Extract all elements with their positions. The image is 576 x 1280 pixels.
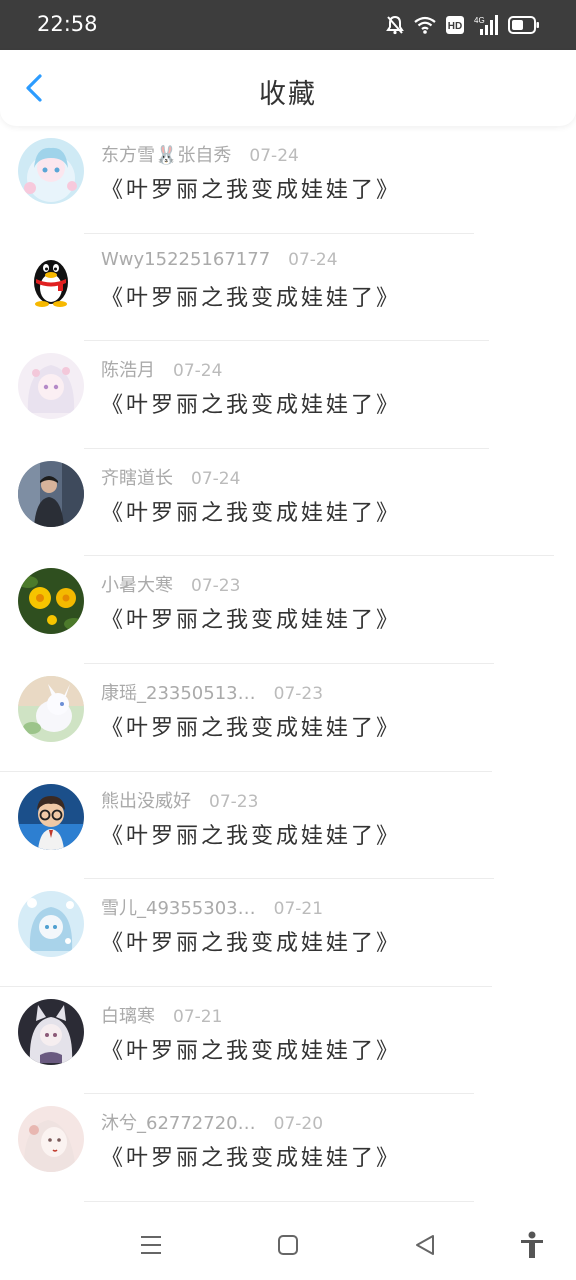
user-name: 康瑶_23350513… <box>101 682 256 704</box>
list-item[interactable]: 康瑶_23350513… 07-23 《叶罗丽之我变成娃娃了》 <box>0 664 576 772</box>
favorites-list: 东方雪🐰张自秀 07-24 《叶罗丽之我变成娃娃了》 Wwy15225167177… <box>0 126 576 1202</box>
item-date: 07-24 <box>173 361 223 382</box>
list-item[interactable]: 东方雪🐰张自秀 07-24 《叶罗丽之我变成娃娃了》 <box>0 126 576 234</box>
wifi-icon <box>414 16 436 34</box>
page-title: 收藏 <box>259 79 317 110</box>
item-date: 07-20 <box>273 1114 324 1135</box>
avatar[interactable] <box>18 1106 84 1173</box>
item-content: 《叶罗丽之我变成娃娃了》 <box>101 1146 402 1172</box>
list-item[interactable]: 熊出没威好 07-23 《叶罗丽之我变成娃娃了》 <box>0 772 576 880</box>
hd-icon: HD <box>446 16 464 34</box>
item-content: 《叶罗丽之我变成娃娃了》 <box>101 931 402 957</box>
svg-text:4G: 4G <box>474 16 485 25</box>
user-name: 沐兮_62772720… <box>101 1113 256 1135</box>
list-item[interactable]: 小暑大寒 07-23 《叶罗丽之我变成娃娃了》 <box>0 556 576 664</box>
user-name: 白璃寒 <box>101 1005 155 1027</box>
status-bar: 22:58 HD 4G <box>0 0 576 50</box>
item-date: 07-24 <box>288 249 338 270</box>
menu-icon[interactable] <box>136 1230 166 1260</box>
user-name: 东方雪🐰张自秀 <box>101 145 232 166</box>
item-date: 07-21 <box>173 1006 223 1027</box>
avatar[interactable] <box>18 138 84 204</box>
item-content: 《叶罗丽之我变成娃娃了》 <box>101 178 402 203</box>
item-content: 《叶罗丽之我变成娃娃了》 <box>101 285 402 311</box>
user-name: 雪儿_49355303… <box>101 898 256 920</box>
item-date: 07-23 <box>209 791 259 812</box>
user-name: 齐瞎道长 <box>101 467 173 489</box>
avatar[interactable] <box>18 675 84 742</box>
list-item[interactable]: Wwy15225167177 07-24 《叶罗丽之我变成娃娃了》 <box>0 234 576 342</box>
battery-icon <box>508 16 540 34</box>
signal-4g-icon: 4G <box>474 15 498 35</box>
user-name: Wwy15225167177 <box>101 248 271 270</box>
accessibility-icon[interactable] <box>517 1230 547 1260</box>
item-date: 07-24 <box>191 468 241 489</box>
home-square-icon[interactable] <box>273 1230 303 1260</box>
user-name: 小暑大寒 <box>101 575 173 597</box>
list-item[interactable]: 雪儿_49355303… 07-21 《叶罗丽之我变成娃娃了》 <box>0 879 576 987</box>
avatar[interactable] <box>18 998 84 1065</box>
list-item[interactable]: 沐兮_62772720… 07-20 《叶罗丽之我变成娃娃了》 <box>0 1094 576 1202</box>
item-content: 《叶罗丽之我变成娃娃了》 <box>101 500 402 526</box>
avatar[interactable] <box>18 783 84 850</box>
user-name: 熊出没威好 <box>101 790 191 812</box>
item-content: 《叶罗丽之我变成娃娃了》 <box>101 823 402 849</box>
item-date: 07-23 <box>191 576 241 597</box>
mute-bell-icon <box>386 15 404 35</box>
item-content: 《叶罗丽之我变成娃娃了》 <box>101 393 402 419</box>
back-triangle-icon[interactable] <box>410 1230 440 1260</box>
avatar[interactable] <box>18 891 84 958</box>
system-nav-bar <box>0 1210 576 1280</box>
item-content: 《叶罗丽之我变成娃娃了》 <box>101 715 402 741</box>
avatar[interactable] <box>18 460 84 527</box>
user-name: 陈浩月 <box>101 360 155 382</box>
item-content: 《叶罗丽之我变成娃娃了》 <box>101 1038 402 1064</box>
item-date: 07-24 <box>249 146 299 166</box>
avatar[interactable] <box>18 245 84 312</box>
item-content: 《叶罗丽之我变成娃娃了》 <box>101 608 402 634</box>
avatar[interactable] <box>18 568 84 635</box>
list-item[interactable]: 陈浩月 07-24 《叶罗丽之我变成娃娃了》 <box>0 341 576 449</box>
divider <box>84 1200 474 1202</box>
item-date: 07-23 <box>273 683 324 704</box>
list-item[interactable]: 齐瞎道长 07-24 《叶罗丽之我变成娃娃了》 <box>0 449 576 557</box>
status-icons: HD 4G <box>386 14 540 36</box>
status-time: 22:58 <box>37 12 98 36</box>
avatar[interactable] <box>18 353 84 420</box>
app-header: 收藏 <box>0 50 576 126</box>
svg-text:HD: HD <box>448 21 462 32</box>
list-item[interactable]: 白璃寒 07-21 《叶罗丽之我变成娃娃了》 <box>0 987 576 1095</box>
item-date: 07-21 <box>273 899 324 920</box>
